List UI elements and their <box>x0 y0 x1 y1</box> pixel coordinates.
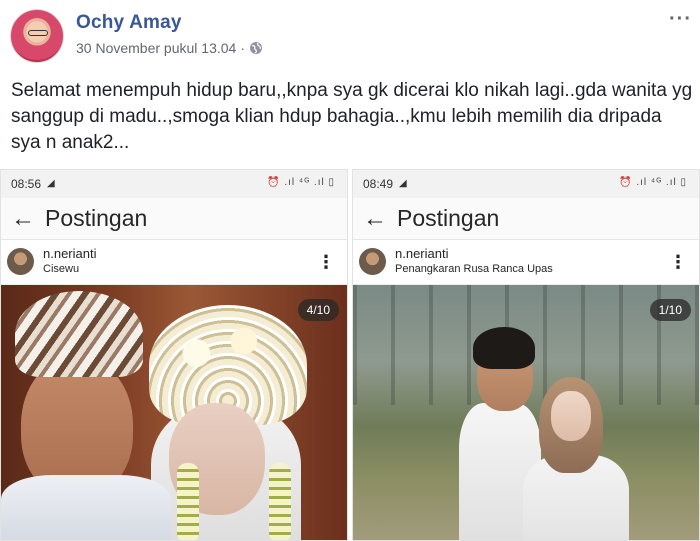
post-user-row: n.nerianti Cisewu ⋮ <box>1 240 347 285</box>
wedding-photo[interactable]: 4/10 <box>1 285 347 540</box>
post-meta: 30 November pukul 13.04 · <box>76 40 263 56</box>
photo-grid: 08:56 ◢ ⏰ .ıl ⁴ᴳ .ıl ▯ ← Postingan n.ner… <box>0 169 700 541</box>
meta-separator: · <box>240 40 245 56</box>
user-name[interactable]: n.nerianti <box>43 246 96 261</box>
author-avatar[interactable] <box>10 9 64 63</box>
prewedding-photo[interactable]: 1/10 <box>353 285 699 540</box>
groom-suit-shape <box>1 475 171 540</box>
woman-face-shape <box>551 391 591 441</box>
shared-screenshot-1[interactable]: 08:56 ◢ ⏰ .ıl ⁴ᴳ .ıl ▯ ← Postingan n.ner… <box>0 169 348 541</box>
globe-icon[interactable] <box>249 41 263 55</box>
signal-icon: ◢ <box>399 178 407 189</box>
signal-icon: ◢ <box>47 178 55 189</box>
post-text: Selamat menempuh hidup baru,,knpa sya gk… <box>11 80 693 153</box>
user-name[interactable]: n.nerianti <box>395 246 448 261</box>
status-icons: ⏰ .ıl ⁴ᴳ .ıl ▯ <box>619 177 687 188</box>
author-name[interactable]: Ochy Amay <box>76 12 182 34</box>
status-time: 08:56 <box>11 177 42 191</box>
post-user-row: n.nerianti Penangkaran Rusa Ranca Upas ⋮ <box>353 240 699 285</box>
jasmine-strand-shape <box>269 463 291 540</box>
user-location[interactable]: Cisewu <box>43 263 79 275</box>
man-hair-shape <box>473 327 535 369</box>
groom-headdress-shape <box>15 291 143 377</box>
arrow-left-icon[interactable]: ← <box>11 207 35 231</box>
app-bar: ← Postingan <box>1 198 347 240</box>
jasmine-strand-shape <box>177 463 199 540</box>
user-location[interactable]: Penangkaran Rusa Ranca Upas <box>395 263 553 275</box>
kebab-vertical-icon[interactable]: ⋮ <box>669 252 687 273</box>
status-bar: 08:49 ◢ ⏰ .ıl ⁴ᴳ .ıl ▯ <box>353 170 699 198</box>
image-counter: 4/10 <box>297 299 339 321</box>
status-bar: 08:56 ◢ ⏰ .ıl ⁴ᴳ .ıl ▯ <box>1 170 347 198</box>
status-time: 08:49 <box>363 177 394 191</box>
shared-screenshot-2[interactable]: 08:49 ◢ ⏰ .ıl ⁴ᴳ .ıl ▯ ← Postingan n.ner… <box>352 169 700 541</box>
kebab-vertical-icon[interactable]: ⋮ <box>317 252 335 273</box>
screen-title: Postingan <box>397 205 500 231</box>
image-counter: 1/10 <box>649 299 691 321</box>
more-horizontal-icon[interactable]: ··· <box>669 8 692 31</box>
glasses-shape <box>28 30 48 36</box>
arrow-left-icon[interactable]: ← <box>363 207 387 231</box>
screen-title: Postingan <box>45 205 148 231</box>
post-header: Ochy Amay 30 November pukul 13.04 · ··· <box>0 0 700 63</box>
status-icons: ⏰ .ıl ⁴ᴳ .ıl ▯ <box>267 177 335 188</box>
user-avatar[interactable] <box>7 248 34 275</box>
post-date[interactable]: 30 November pukul 13.04 <box>76 40 236 56</box>
app-bar: ← Postingan <box>353 198 699 240</box>
user-avatar[interactable] <box>359 248 386 275</box>
